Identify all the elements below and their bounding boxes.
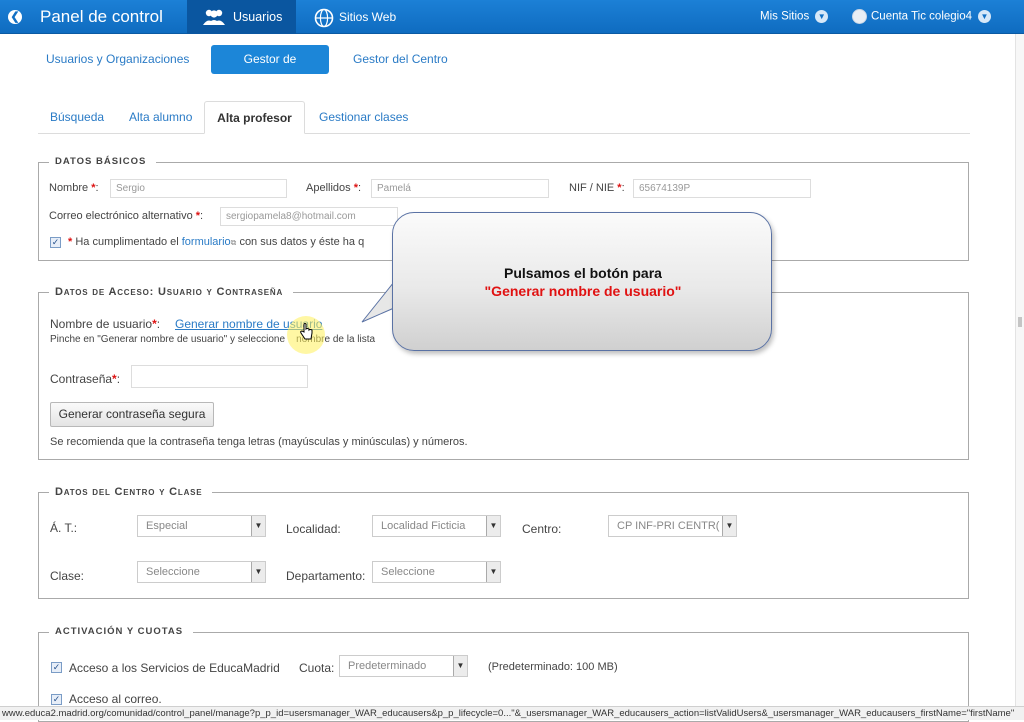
nif-input[interactable]: 65674139P <box>633 179 811 198</box>
apellidos-input[interactable]: Pamelá <box>371 179 549 198</box>
departamento-label: Departamento: <box>286 569 366 583</box>
required-marker: * <box>112 372 117 386</box>
chevron-down-icon: ▼ <box>486 516 500 536</box>
hand-cursor-icon <box>300 323 313 340</box>
callout-line-1: Pulsamos el botón para <box>504 265 662 281</box>
clase-label: Clase: <box>50 569 85 583</box>
account-menu[interactable]: Cuenta Tic colegio4 ▼ <box>852 9 992 24</box>
formulario-link[interactable]: formulario <box>182 236 231 248</box>
tab-gestionar-clases[interactable]: Gestionar clases <box>307 101 420 134</box>
legend-centro: Datos del Centro y Clase <box>40 486 213 498</box>
clase-select[interactable]: Seleccione ▼ <box>137 561 266 583</box>
form-text-pre: Ha cumplimentado el <box>75 236 179 248</box>
correo-checkbox[interactable]: ✓ <box>51 694 62 705</box>
legend-basic: Datos básicos <box>40 156 157 167</box>
avatar <box>852 9 867 24</box>
app-title[interactable]: Panel de control <box>40 7 163 27</box>
servicios-checkbox[interactable]: ✓ <box>51 662 62 673</box>
nombre-input[interactable]: Sergio <box>110 179 287 198</box>
status-bar: www.educa2.madrid.org/comunidad/control_… <box>0 706 1024 720</box>
nombre-label: Nombre *: <box>49 182 99 194</box>
legend-access: Datos de Acceso: Usuario y Contraseña <box>40 286 294 298</box>
departamento-select[interactable]: Seleccione ▼ <box>372 561 501 583</box>
required-marker: * <box>91 182 96 194</box>
required-marker: * <box>152 317 157 331</box>
password-input[interactable] <box>131 365 308 388</box>
users-tab-label: Usuarios <box>233 10 283 24</box>
apellidos-label: Apellidos *: <box>306 182 362 194</box>
at-label: Á. T.: <box>50 521 78 535</box>
scrollbar-thumb[interactable] <box>1018 317 1022 327</box>
required-marker: * <box>68 236 73 248</box>
external-link-icon: ⧉ <box>230 238 237 247</box>
usuario-hint: Pinche en "Generar nombre de usuario" y … <box>50 334 375 345</box>
vertical-scrollbar[interactable] <box>1015 34 1024 706</box>
tab-busqueda[interactable]: Búsqueda <box>38 101 116 134</box>
back-arrow-icon[interactable]: ❮ <box>8 10 22 24</box>
users-tab[interactable]: Usuarios <box>187 0 296 34</box>
correo-access-label: Acceso al correo. <box>69 692 162 706</box>
legend-activacion: Activación y cuotas <box>40 626 194 637</box>
form-statement: * Ha cumplimentado el formulario⧉ con su… <box>68 236 364 248</box>
password-recommendation: Se recomienda que la contraseña tenga le… <box>50 436 468 448</box>
clase-value: Seleccione <box>146 566 200 578</box>
chevron-down-icon: ▼ <box>486 562 500 582</box>
servicios-label: Acceso a los Servicios de EducaMadrid <box>69 661 280 675</box>
form-text-post: con sus datos y éste ha q <box>239 236 365 248</box>
centro-select[interactable]: CP INF-PRI CENTR(▼ <box>608 515 737 537</box>
chevron-down-icon: ▼ <box>453 656 467 676</box>
centro-value: CP INF-PRI CENTR( <box>617 520 720 532</box>
apellidos-label-text: Apellidos <box>306 182 351 194</box>
generate-password-button[interactable]: Generar contraseña segura <box>50 402 214 427</box>
globe-icon <box>314 8 334 28</box>
hint-pre: Pinche en "Generar nombre de usuario" y … <box>50 334 286 345</box>
cuota-info: (Predeterminado: 100 MB) <box>488 661 618 673</box>
cuota-value: Predeterminado <box>348 660 427 672</box>
correo-input[interactable]: sergiopamela8@hotmail.com <box>220 207 398 226</box>
nif-label: NIF / NIE *: <box>569 182 625 194</box>
nombre-label-text: Nombre <box>49 182 89 194</box>
required-marker: * <box>195 210 201 222</box>
usuario-label-text: Nombre de usuario <box>50 317 153 331</box>
at-select[interactable]: Especial ▼ <box>137 515 266 537</box>
at-value: Especial <box>146 520 188 532</box>
users-group-icon <box>203 9 225 25</box>
correo-label-text: Correo electrónico alternativo <box>49 210 193 222</box>
required-marker: * <box>353 182 358 194</box>
subnav-users-orgs[interactable]: Usuarios y Organizaciones <box>38 45 197 74</box>
tab-alta-alumno[interactable]: Alta alumno <box>117 101 204 134</box>
account-label: Cuenta Tic colegio4 <box>871 10 973 23</box>
required-marker: * <box>617 182 622 194</box>
cuota-select[interactable]: Predeterminado ▼ <box>339 655 468 677</box>
my-sites-label: Mis Sitios <box>760 10 810 23</box>
chevron-down-icon: ▼ <box>251 562 265 582</box>
subnav-center-manager[interactable]: Gestor del Centro <box>345 45 456 74</box>
departamento-value: Seleccione <box>381 566 435 578</box>
localidad-value: Localidad Ficticia <box>381 520 466 532</box>
tab-alta-profesor[interactable]: Alta profesor <box>204 101 305 134</box>
sites-label: Sitios Web <box>339 10 397 24</box>
usuario-label: Nombre de usuario*: <box>50 317 161 331</box>
localidad-select[interactable]: Localidad Ficticia ▼ <box>372 515 501 537</box>
subnav-user-manager[interactable]: Gestor de Usuarios <box>211 45 329 95</box>
password-label: Contraseña*: <box>50 372 121 386</box>
localidad-label: Localidad: <box>286 522 341 536</box>
top-bar: ❮ Panel de control Usuarios Sitios Web M… <box>0 0 1024 34</box>
callout-line-2: "Generar nombre de usuario" <box>484 283 682 299</box>
chevron-down-icon: ▼ <box>722 516 736 536</box>
nif-label-text: NIF / NIE <box>569 182 615 194</box>
form-checkbox[interactable]: ✓ <box>50 237 61 248</box>
my-sites-menu[interactable]: Mis Sitios ▼ <box>760 10 829 23</box>
centro-label: Centro: <box>522 522 562 536</box>
password-label-text: Contraseña <box>50 372 113 386</box>
chevron-down-icon: ▼ <box>978 10 992 23</box>
correo-label: Correo electrónico alternativo *: <box>49 210 204 222</box>
instruction-callout: Pulsamos el botón para "Generar nombre d… <box>392 212 772 351</box>
chevron-down-icon: ▼ <box>815 10 829 23</box>
cuota-label: Cuota: <box>299 661 335 675</box>
chevron-down-icon: ▼ <box>251 516 265 536</box>
